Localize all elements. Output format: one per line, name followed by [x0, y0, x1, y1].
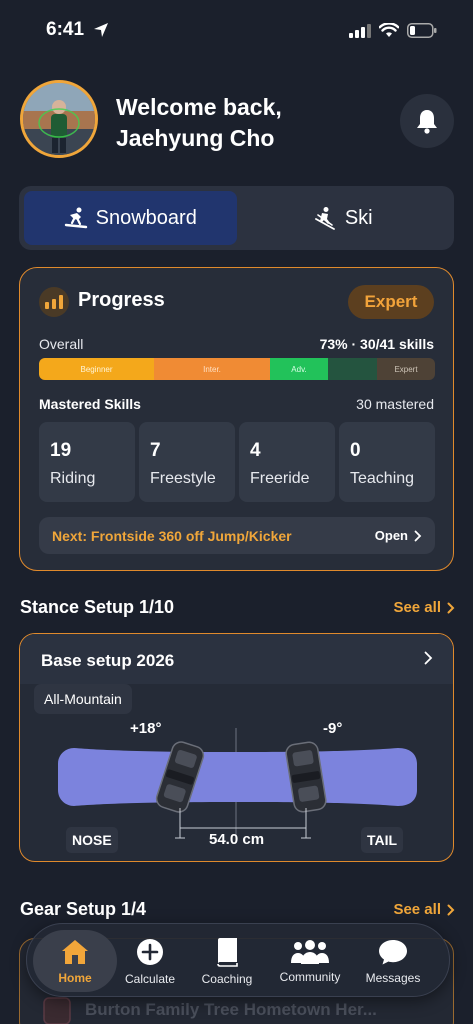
snowboard-thumbnail-icon [43, 997, 71, 1024]
chevron-right-icon [447, 904, 455, 915]
gear-section-title: Gear Setup 1/4 [20, 899, 147, 919]
progress-card: Progress Expert Overall 73% · 30/41 skil… [19, 267, 454, 571]
tab-home[interactable]: Home [33, 924, 117, 998]
battery-icon [407, 23, 437, 38]
setup-name: Base setup 2026 [41, 651, 175, 670]
plus-circle-icon [137, 938, 163, 965]
stance-width: 54.0 cm [209, 831, 265, 848]
skill-tile-teaching[interactable]: 0 Teaching [339, 422, 435, 502]
gear-item-name: Burton Family Tree Hometown Her... [85, 1000, 377, 1019]
chart-bars-icon [39, 287, 69, 317]
bell-icon [417, 110, 437, 134]
wifi-icon [379, 23, 399, 37]
tab-messages[interactable]: Messages [357, 924, 429, 998]
gear-see-all-link[interactable]: See all [393, 901, 455, 918]
tab-messages-label: Messages [365, 970, 421, 985]
skill-count: 4 [250, 440, 261, 461]
snowboarder-icon [64, 207, 87, 229]
chevron-right-icon [447, 602, 455, 613]
chevron-right-icon [424, 651, 433, 665]
see-all-label: See all [393, 901, 441, 918]
mastered-skills-label: Mastered Skills [39, 396, 141, 412]
status-icons [349, 23, 437, 38]
tail-label: TAIL [361, 827, 404, 853]
status-time: 6:41 [46, 19, 85, 40]
skill-label: Riding [50, 470, 96, 487]
tab-calculate-label: Calculate [124, 971, 176, 986]
notifications-button[interactable] [400, 94, 454, 148]
stance-section-title: Stance Setup 1/10 [20, 597, 175, 617]
next-skill-text: Next: Frontside 360 off Jump/Kicker [52, 527, 292, 544]
skill-count: 19 [50, 440, 72, 461]
skill-tile-riding[interactable]: 19 Riding [39, 422, 135, 502]
overall-value: 73% · 30/41 skills [319, 336, 434, 352]
tab-home-label: Home [58, 970, 92, 985]
segment-beginner: Beginner [39, 358, 154, 380]
tab-snowboard-label: Snowboard [95, 206, 197, 229]
skill-tiles: 19 Riding 7 Freestyle 4 Freeride 0 Teach… [39, 422, 435, 502]
mastered-count: 30 mastered [356, 396, 434, 412]
open-button[interactable]: Open [375, 528, 422, 543]
skill-label: Freeride [250, 470, 310, 487]
level-badge: Expert [348, 285, 434, 319]
nose-label: NOSE [66, 827, 118, 853]
skill-tile-freestyle[interactable]: 7 Freestyle [139, 422, 235, 502]
skill-count: 0 [350, 440, 361, 461]
tab-coaching[interactable]: Coaching [191, 924, 263, 998]
skill-label: Teaching [350, 470, 415, 487]
skill-count: 7 [150, 440, 161, 461]
skill-label: Freestyle [150, 470, 216, 487]
user-name: Jaehyung Cho [116, 125, 275, 151]
home-icon [62, 939, 88, 964]
segment-expert: Expert [377, 358, 435, 380]
segment-advanced: Adv. [270, 358, 328, 380]
chat-bubble-icon [379, 939, 407, 964]
open-label: Open [374, 528, 408, 543]
segment-remaining [328, 358, 377, 380]
welcome-line1: Welcome back, [116, 94, 282, 120]
tab-ski-label: Ski [344, 206, 373, 229]
next-skill-row[interactable]: Next: Frontside 360 off Jump/Kicker Open [39, 517, 435, 554]
overall-label: Overall [39, 336, 84, 352]
location-arrow-icon [94, 23, 108, 37]
people-icon [291, 939, 329, 964]
riding-style-chip: All-Mountain [34, 684, 132, 714]
tab-snowboard[interactable]: Snowboard [24, 191, 237, 245]
avatar-photo [23, 83, 95, 155]
skill-tile-freeride[interactable]: 4 Freeride [239, 422, 335, 502]
see-all-label: See all [393, 599, 441, 616]
sport-toggle: Snowboard Ski [19, 186, 454, 250]
stance-card-header[interactable]: Base setup 2026 [20, 634, 453, 684]
stance-card[interactable]: Base setup 2026 All-Mountain +18° -9° NO… [19, 633, 454, 862]
tab-coaching-label: Coaching [201, 971, 253, 986]
snowboard-diagram [58, 728, 417, 839]
avatar[interactable] [20, 80, 98, 158]
chevron-right-icon [414, 530, 422, 541]
book-icon [217, 937, 238, 967]
level-progress-bar: Beginner Inter. Adv. Expert [39, 358, 435, 380]
tab-bar: Home Calculate Coaching Community Messag… [26, 923, 450, 997]
tab-community-label: Community [279, 969, 341, 984]
tab-ski[interactable]: Ski [237, 191, 450, 245]
status-bar: 6:41 [0, 0, 473, 60]
skier-icon [314, 207, 335, 230]
stance-see-all-link[interactable]: See all [393, 599, 455, 616]
tab-calculate[interactable]: Calculate [115, 924, 185, 998]
welcome-text: Welcome back, Jaehyung Cho [116, 92, 282, 154]
progress-title: Progress [78, 289, 165, 311]
segment-intermediate: Inter. [154, 358, 270, 380]
header: Welcome back, Jaehyung Cho [20, 80, 456, 164]
signal-icon [349, 23, 371, 38]
tab-community[interactable]: Community [271, 924, 349, 998]
